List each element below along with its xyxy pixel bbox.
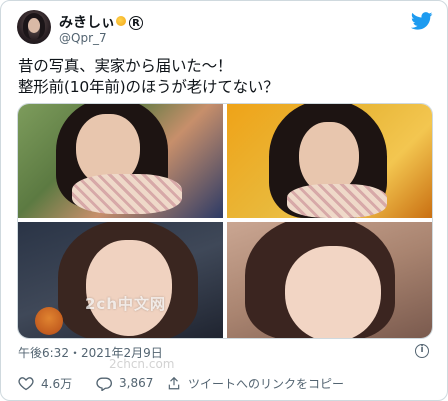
heart-icon: [18, 376, 34, 390]
tweet-text-line: 昔の写真、実家から届いた〜！: [18, 57, 233, 75]
display-name[interactable]: みきしぃ R: [59, 12, 143, 32]
user-handle[interactable]: @Qpr_7: [59, 31, 107, 45]
user-avatar[interactable]: [17, 10, 51, 44]
watermark-mascot: [35, 307, 63, 335]
display-name-text: みきしぃ: [59, 15, 115, 31]
photo-1[interactable]: [18, 104, 223, 218]
copy-link-button[interactable]: ツイートへのリンクをコピー: [167, 371, 344, 395]
registered-mark-icon: R: [129, 16, 143, 30]
tweet-text: 昔の写真、実家から届いた〜！ 整形前(10年前)のほうが老けてない？: [18, 56, 279, 98]
copy-link-label: ツイートへのリンクをコピー: [188, 376, 345, 391]
share-link-icon: [168, 376, 180, 389]
reply-button[interactable]: 3,867: [96, 371, 153, 395]
photo-grid: [17, 103, 433, 339]
like-button[interactable]: 4.6万: [18, 371, 72, 395]
like-count: 4.6万: [41, 376, 73, 391]
reply-bubble-icon: [96, 377, 112, 391]
photo-2[interactable]: [227, 104, 432, 218]
tweet-timestamp[interactable]: 午後6:32・2021年2月9日: [18, 344, 163, 361]
photo-4[interactable]: [227, 222, 432, 338]
action-bar: 4.6万 3,867 ツイートへのリンクをコピー: [1, 371, 447, 397]
sun-emoji-icon: [116, 16, 126, 26]
tweet-card: みきしぃ R @Qpr_7 昔の写真、実家から届いた〜！ 整形前(10年前)のほう…: [0, 0, 448, 401]
info-icon[interactable]: i: [415, 344, 429, 358]
tweet-text-line: 整形前(10年前)のほうが老けてない？: [18, 78, 279, 96]
reply-count: 3,867: [119, 376, 154, 390]
avatar-face: [28, 18, 40, 33]
watermark: 2ch中文网: [85, 295, 167, 313]
twitter-bird-icon[interactable]: [411, 12, 433, 30]
